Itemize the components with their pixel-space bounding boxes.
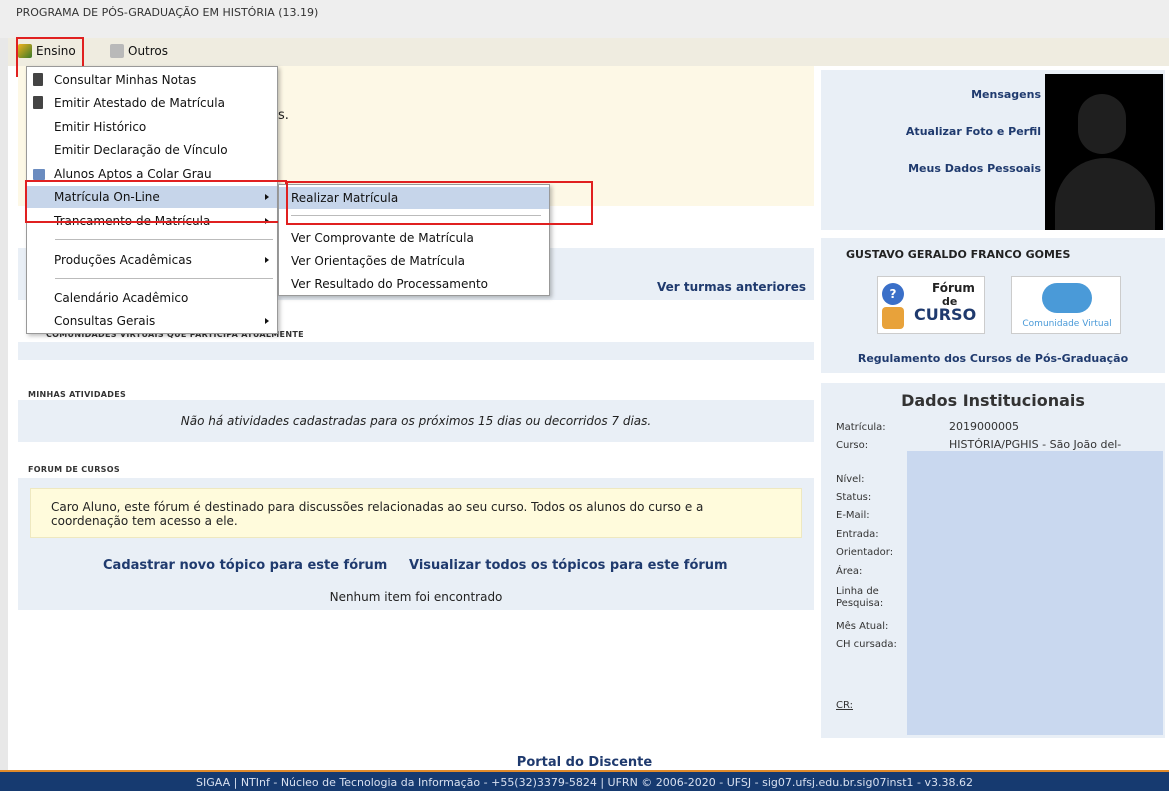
atividades-panel: Não há atividades cadastradas para os pr… [18,400,814,442]
avatar-head [1078,94,1126,154]
program-header: PROGRAMA DE PÓS-GRADUAÇÃO EM HISTÓRIA (1… [0,0,1169,38]
program-title: PROGRAMA DE PÓS-GRADUAÇÃO EM HISTÓRIA (1… [16,6,319,19]
ver-turmas-link[interactable]: Ver turmas anteriores [657,280,806,294]
folder-icon [110,44,124,58]
calculator-icon [33,96,43,109]
curso-value: HISTÓRIA/PGHIS - São João del- [949,438,1122,451]
linha-label-2: Pesquisa: [836,598,884,609]
menu-separator [55,278,273,279]
forum-panel: Caro Aluno, este fórum é destinado para … [18,478,814,610]
email-label: E-Mail: [836,510,870,521]
nivel-label: Nível: [836,474,865,485]
redacted-values-block [907,451,1163,735]
menu-item-consultas-gerais[interactable]: Consultas Gerais [27,310,277,332]
status-label: Status: [836,492,872,503]
forum-badge-line3: CURSO [914,305,977,324]
submenu-orientacoes[interactable]: Ver Orientações de Matrícula [279,250,549,272]
menu-item-label: Alunos Aptos a Colar Grau [54,167,212,181]
entrada-label: Entrada: [836,529,879,540]
mensagens-link[interactable]: Mensagens [971,88,1041,101]
submenu-item-label: Ver Orientações de Matrícula [291,254,465,268]
comunidade-virtual-badge[interactable]: Comunidade Virtual [1011,276,1121,334]
highlight-matricula-online [25,180,287,223]
calculator-icon [33,73,43,86]
menu-item-label: Consultar Minhas Notas [54,73,197,87]
question-icon: ? [882,283,904,305]
forum-notice-text: Caro Aluno, este fórum é destinado para … [51,500,704,528]
linha-label-1: Linha de [836,586,879,597]
orientador-label: Orientador: [836,547,894,558]
submenu-comprovante[interactable]: Ver Comprovante de Matrícula [279,227,549,249]
forum-label: Forum de Cursos [28,465,120,474]
footer-bar: SIGAA | NTInf - Núcleo de Tecnologia da … [0,770,1169,791]
student-panel: GUSTAVO GERALDO FRANCO GOMES ? Fórum de … [821,238,1165,373]
menu-item-label: Consultas Gerais [54,314,156,328]
cr-label[interactable]: CR: [836,700,853,711]
menu-item-label: Emitir Atestado de Matrícula [54,96,225,110]
people-icon [882,307,904,329]
dados-institucionais-panel: Dados Institucionais [821,383,1165,738]
forum-notice: Caro Aluno, este fórum é destinado para … [30,488,802,538]
chevron-right-icon [265,257,269,263]
menu-item-calendario[interactable]: Calendário Acadêmico [27,287,277,309]
area-label: Área: [836,566,863,577]
menu-item-label: Emitir Histórico [54,120,147,134]
community-icon [1042,283,1092,313]
portal-discente-link[interactable]: Portal do Discente [0,755,1169,770]
matricula-label: Matrícula: [836,422,886,433]
submenu-item-label: Ver Resultado do Processamento [291,277,488,291]
welcome-partial-text: s. [278,108,289,123]
student-name: GUSTAVO GERALDO FRANCO GOMES [846,248,1071,261]
menu-outros-label: Outros [128,44,169,58]
list-icon [33,169,45,180]
menu-item-declaracao[interactable]: Emitir Declaração de Vínculo [27,139,277,161]
avatar [1045,74,1163,230]
comunidade-badge-label: Comunidade Virtual [1022,319,1112,329]
forum-curso-badge[interactable]: ? Fórum de CURSO [877,276,985,334]
menu-item-label: Calendário Acadêmico [54,291,189,305]
forum-badge-line1: Fórum [932,281,975,295]
menu-item-label: Emitir Declaração de Vínculo [54,143,228,157]
atualizar-foto-link[interactable]: Atualizar Foto e Perfil [906,125,1041,138]
mes-atual-label: Mês Atual: [836,621,889,632]
menu-outros[interactable]: Outros [110,44,168,58]
left-edge [0,38,8,791]
nenhum-item-text: Nenhum item foi encontrado [329,590,503,604]
submenu-item-label: Ver Comprovante de Matrícula [291,231,474,245]
menu-item-producoes[interactable]: Produções Acadêmicas [27,249,277,271]
curso-label: Curso: [836,440,869,451]
menu-item-historico[interactable]: Emitir Histórico [27,116,277,138]
atividades-message: Não há atividades cadastradas para os pr… [180,414,652,428]
menu-bar: Ensino Outros [8,38,1169,66]
menu-separator [55,239,273,240]
menu-item-atestado[interactable]: Emitir Atestado de Matrícula [27,92,277,114]
avatar-body [1055,158,1155,230]
atividades-label: Minhas atividades [28,390,127,399]
chevron-right-icon [265,318,269,324]
profile-panel: Mensagens Atualizar Foto e Perfil Meus D… [821,70,1165,230]
regulamento-link[interactable]: Regulamento dos Cursos de Pós-Graduação [821,352,1165,365]
menu-item-label: Produções Acadêmicas [54,253,192,267]
menu-item-consultar-notas[interactable]: Consultar Minhas Notas [27,69,277,91]
matricula-value: 2019000005 [949,420,1019,433]
comunidades-panel [18,342,814,360]
ch-cursada-label: CH cursada: [836,639,897,650]
visualizar-topicos-link[interactable]: Visualizar todos os tópicos para este fó… [409,558,728,573]
dados-title: Dados Institucionais [901,391,1085,410]
meus-dados-link[interactable]: Meus Dados Pessoais [908,162,1041,175]
submenu-resultado[interactable]: Ver Resultado do Processamento [279,273,549,295]
highlight-realizar-matricula [286,181,593,225]
cadastrar-topico-link[interactable]: Cadastrar novo tópico para este fórum [103,558,387,573]
